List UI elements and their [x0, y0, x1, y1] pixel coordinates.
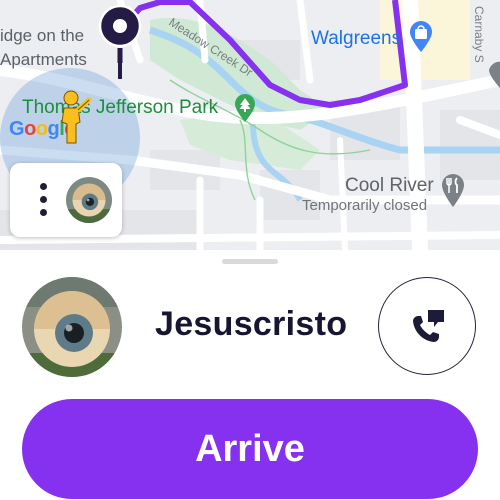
arrive-button[interactable]: Arrive — [22, 399, 478, 499]
street-label-carnaby: Carnaby S — [472, 6, 486, 63]
map-label-apartments-1: idge on the — [0, 26, 85, 45]
sheet-drag-handle[interactable] — [222, 259, 278, 264]
phone-message-icon — [413, 310, 444, 342]
map-label-cool-river: Cool River — [345, 175, 434, 196]
driver-avatar[interactable] — [22, 277, 122, 377]
map-label-apartments-2: Apartments — [0, 50, 87, 69]
shopping-bag-icon[interactable] — [408, 19, 434, 58]
driver-bottom-sheet: Jesuscristo Arrive — [0, 250, 500, 500]
destination-pin-icon[interactable] — [97, 3, 143, 86]
park-tree-icon[interactable] — [233, 93, 257, 128]
driver-name: Jesuscristo — [155, 305, 348, 343]
map-label-walgreens: Walgreens — [311, 28, 402, 49]
call-driver-button[interactable] — [378, 277, 476, 375]
more-vert-icon[interactable] — [38, 183, 48, 219]
map-pin-partial-icon — [486, 60, 500, 95]
driver-mini-card[interactable] — [10, 163, 122, 237]
restaurant-fork-knife-icon[interactable] — [440, 172, 466, 213]
pegman-icon[interactable] — [52, 88, 92, 151]
map-label-cool-river-status: Temporarily closed — [302, 197, 428, 214]
map-view[interactable]: idge on the Apartments Meadow Creek Dr C… — [0, 0, 500, 250]
mini-avatar[interactable] — [66, 177, 112, 223]
